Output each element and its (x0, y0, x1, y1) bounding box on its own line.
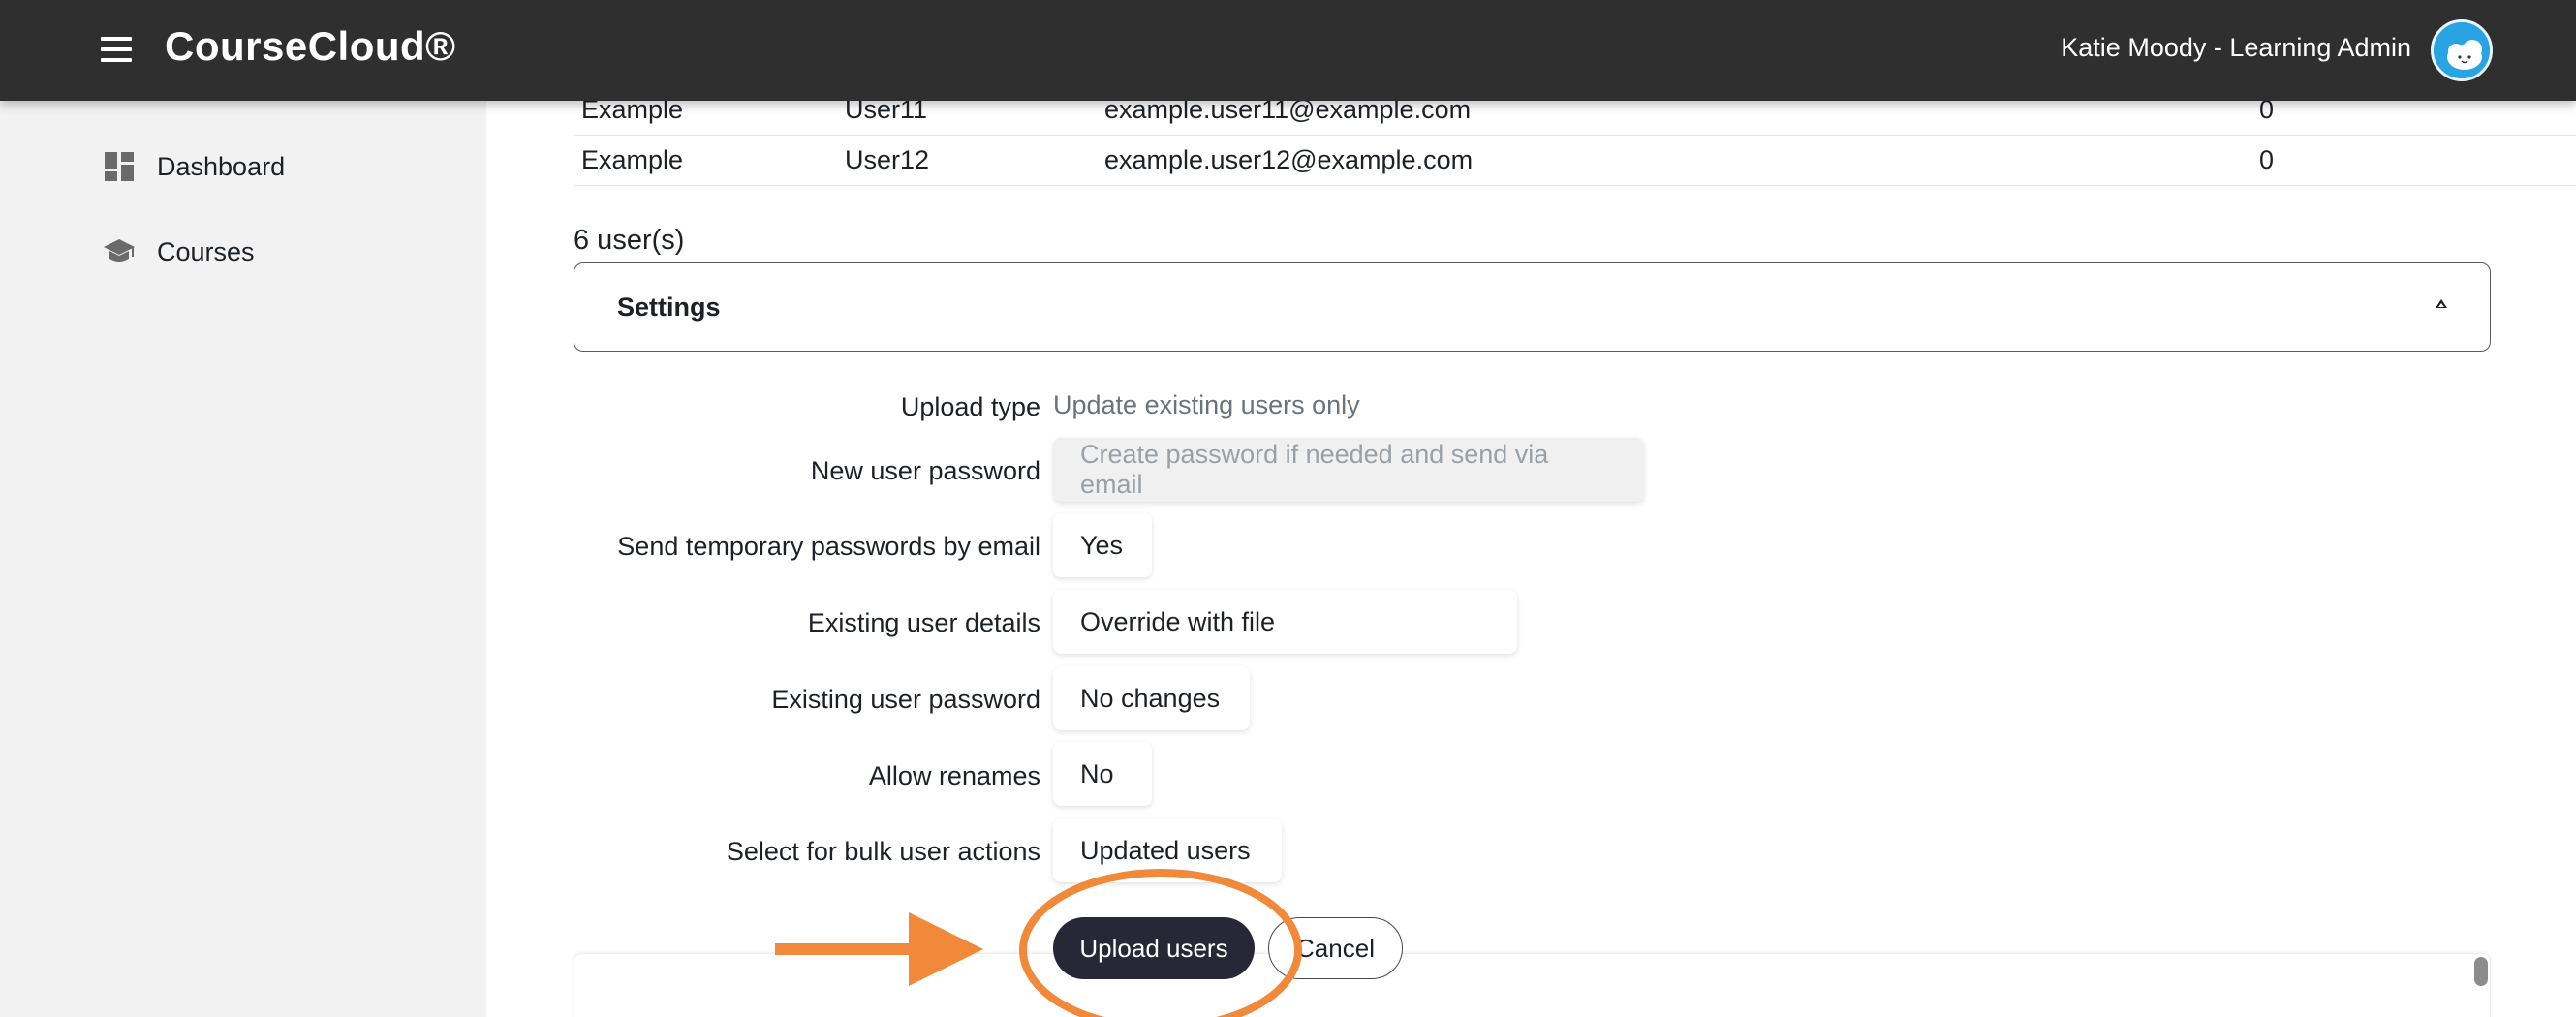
cell-email: example.user12@example.com (1104, 145, 1474, 174)
sidebar-item-dashboard[interactable]: Dashboard (103, 142, 285, 191)
user-name[interactable]: Katie Moody - Learning Admin (2061, 33, 2411, 63)
send-temp-passwords-select[interactable]: Yes (1053, 513, 1152, 577)
existing-user-details-label: Existing user details (807, 608, 1040, 637)
user-avatar-icon[interactable] (2431, 19, 2493, 81)
cell-last-name: User12 (845, 145, 930, 174)
bulk-user-actions-label: Select for bulk user actions (726, 837, 1040, 866)
cell-first-name: Example (581, 145, 684, 174)
scrollbar-thumb[interactable] (2474, 957, 2488, 986)
existing-user-password-select[interactable]: No changes (1053, 666, 1250, 730)
new-user-password-label: New user password (810, 456, 1040, 485)
dashboard-icon (103, 150, 136, 183)
new-user-password-select: Create password if needed and send via e… (1053, 438, 1644, 502)
allow-renames-label: Allow renames (868, 761, 1040, 790)
sidebar: Dashboard Courses (0, 101, 486, 1017)
graduation-cap-icon (103, 235, 136, 268)
send-temp-passwords-label: Send temporary passwords by email (617, 532, 1040, 561)
upload-type-label: Upload type (900, 392, 1040, 421)
sidebar-item-label: Courses (157, 236, 255, 266)
existing-user-password-label: Existing user password (771, 685, 1040, 714)
annotation-arrow-icon (775, 912, 983, 986)
allow-renames-select[interactable]: No (1053, 742, 1152, 806)
collapse-icon[interactable] (2434, 296, 2449, 312)
brand-logo[interactable]: CourseCloud® (165, 23, 456, 70)
sidebar-item-label: Dashboard (157, 151, 286, 181)
cell-count: 0 (2259, 145, 2275, 174)
top-navbar: CourseCloud® Katie Moody - Learning Admi… (0, 0, 2576, 101)
main-content: Example User11 example.user11@example.co… (486, 95, 2576, 1017)
sidebar-item-courses[interactable]: Courses (103, 228, 255, 276)
settings-section-header[interactable]: Settings (574, 262, 2491, 352)
annotation-highlight-circle (1015, 866, 1306, 1017)
upload-type-value: Update existing users only (1053, 390, 1360, 419)
existing-user-details-select[interactable]: Override with file (1053, 590, 1517, 654)
hamburger-menu-icon[interactable] (101, 37, 132, 62)
settings-title: Settings (617, 293, 721, 322)
table-row: Example User12 example.user12@example.co… (574, 136, 2576, 186)
user-count: 6 user(s) (574, 225, 685, 256)
